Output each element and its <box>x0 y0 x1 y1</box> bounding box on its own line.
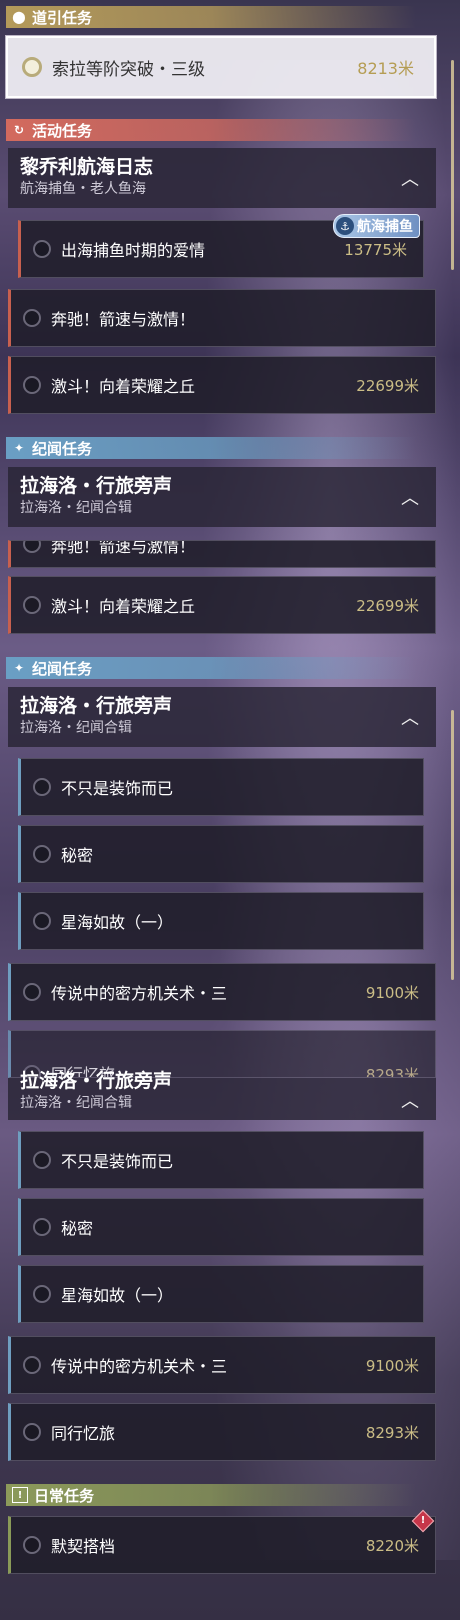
section-lore-title: 纪闻任务 <box>32 439 93 458</box>
lore-group-title: 拉海洛・行旅旁声 <box>20 1070 173 1092</box>
task-circle-icon <box>23 1356 41 1374</box>
task-label: 同行忆旅 <box>51 1424 116 1443</box>
task-circle-icon <box>33 1285 51 1303</box>
overlap-task-2[interactable]: 激斗！向着荣耀之丘 22699米 <box>8 576 436 634</box>
section-daily-title: 日常任务 <box>34 1486 95 1505</box>
lore-group-subtitle: 拉海洛・纪闻合辑 <box>20 720 132 736</box>
task-circle-icon <box>33 1218 51 1236</box>
lore-group-header[interactable]: 拉海洛・行旅旁声 拉海洛・纪闻合辑 ︿ <box>8 467 436 527</box>
chevron-up-icon[interactable]: ︿ <box>398 166 422 190</box>
guide-task-distance: 8213米 <box>357 59 414 78</box>
badge-label: 航海捕鱼 <box>357 219 413 235</box>
task-distance: 22699米 <box>356 596 419 615</box>
task-label: 不只是装饰而已 <box>61 1152 174 1171</box>
task-label: 激斗！向着荣耀之丘 <box>51 377 196 396</box>
task-label: 秘密 <box>61 846 94 865</box>
overlap-task-1[interactable]: 奔驰！箭速与激情！ <box>8 540 436 568</box>
chevron-up-icon[interactable]: ︿ <box>398 1088 422 1112</box>
task-distance: 22699米 <box>356 376 419 395</box>
lore-main-task-2b[interactable]: 同行忆旅 8293米 <box>8 1403 436 1461</box>
chevron-up-icon[interactable]: ︿ <box>398 705 422 729</box>
sparkle-icon: ✦ <box>13 661 25 675</box>
task-circle-icon <box>22 57 42 77</box>
task-circle-icon <box>23 596 41 614</box>
event-refresh-icon: ↻ <box>13 123 25 137</box>
task-distance: 13775米 <box>344 240 407 259</box>
event-group-subtitle: 航海捕鱼・老人鱼海 <box>20 181 146 197</box>
task-circle-icon <box>23 1423 41 1441</box>
lore-main-task-1b[interactable]: 传说中的密方机关术・三 9100米 <box>8 1336 436 1394</box>
task-label: 传说中的密方机关术・三 <box>51 1357 228 1376</box>
sparkle-icon: ✦ <box>13 441 25 455</box>
task-label: 奔驰！箭速与激情！ <box>51 540 196 556</box>
task-circle-icon <box>23 1536 41 1554</box>
task-label: 星海如故（一） <box>61 913 174 932</box>
task-distance: 9100米 <box>365 1356 419 1375</box>
lore-group-subtitle: 拉海洛・纪闻合辑 <box>20 1095 132 1111</box>
task-label: 传说中的密方机关术・三 <box>51 984 228 1003</box>
task-distance: 9100米 <box>365 983 419 1002</box>
task-circle-icon <box>23 983 41 1001</box>
lore-sub-task-2b[interactable]: 秘密 <box>18 1198 424 1256</box>
task-distance: 8293米 <box>365 1423 419 1442</box>
lore-main-task-1[interactable]: 传说中的密方机关术・三 9100米 <box>8 963 436 1021</box>
lore-group-title: 拉海洛・行旅旁声 <box>20 695 173 717</box>
task-circle-icon <box>33 778 51 796</box>
task-label: 激斗！向着荣耀之丘 <box>51 597 196 616</box>
section-event-header: ↻ 活动任务 <box>6 119 416 141</box>
task-circle-icon <box>23 376 41 394</box>
task-label: 秘密 <box>61 1219 94 1238</box>
guide-task-card[interactable]: 索拉等阶突破・三级 8213米 <box>5 35 437 99</box>
fishing-badge: ⚓ 航海捕鱼 <box>333 214 420 238</box>
lore-sub-task-3[interactable]: 星海如故（一） <box>18 892 424 950</box>
lore-sub-task-3b[interactable]: 星海如故（一） <box>18 1265 424 1323</box>
lore-sub-task-1[interactable]: 不只是装饰而已 <box>18 758 424 816</box>
fishing-icon: ⚓ <box>336 217 354 235</box>
task-label: 星海如故（一） <box>61 1286 174 1305</box>
lore-sub-task-2[interactable]: 秘密 <box>18 825 424 883</box>
task-circle-icon <box>33 1151 51 1169</box>
lore-group-header-2[interactable]: 拉海洛・行旅旁声 拉海洛・纪闻合辑 ︿ <box>8 687 436 747</box>
task-circle-icon <box>23 309 41 327</box>
task-circle-icon <box>33 912 51 930</box>
location-pin-icon: ⬤ <box>12 10 26 24</box>
scrollbar-mid[interactable] <box>451 710 454 980</box>
lore-group-subtitle: 拉海洛・纪闻合辑 <box>20 500 132 516</box>
lore-sub-task-1b[interactable]: 不只是装饰而已 <box>18 1131 424 1189</box>
event-task-3[interactable]: 激斗！向着荣耀之丘 22699米 <box>8 356 436 414</box>
task-circle-icon <box>33 240 51 258</box>
scrollbar-top[interactable] <box>451 60 454 270</box>
section-lore-header-2: ✦ 纪闻任务 <box>6 657 416 679</box>
section-guide-header: ⬤ 道引任务 <box>6 6 416 28</box>
chevron-up-icon[interactable]: ︿ <box>398 485 422 509</box>
task-circle-icon <box>23 541 41 553</box>
guide-task-label: 索拉等阶突破・三级 <box>52 59 205 80</box>
section-event-title: 活动任务 <box>32 121 93 140</box>
task-label: 不只是装饰而已 <box>61 779 174 798</box>
event-group-title: 黎乔利航海日志 <box>20 156 154 178</box>
lore-group-title: 拉海洛・行旅旁声 <box>20 475 173 497</box>
section-daily-header: ! 日常任务 <box>6 1484 416 1506</box>
exclamation-icon: ! <box>12 1487 28 1503</box>
task-label: 默契搭档 <box>51 1537 116 1556</box>
section-guide-title: 道引任务 <box>32 8 93 27</box>
daily-task[interactable]: 默契搭档 8220米 <box>8 1516 436 1574</box>
section-lore-title: 纪闻任务 <box>32 659 93 678</box>
event-group-header[interactable]: 黎乔利航海日志 航海捕鱼・老人鱼海 ︿ <box>8 148 436 208</box>
task-label: 出海捕鱼时期的爱情 <box>61 241 206 260</box>
event-task-2[interactable]: 奔驰！箭速与激情！ <box>8 289 436 347</box>
task-circle-icon <box>33 845 51 863</box>
section-lore-header: ✦ 纪闻任务 <box>6 437 416 459</box>
task-distance: 8220米 <box>365 1536 419 1555</box>
task-label: 奔驰！箭速与激情！ <box>51 310 196 329</box>
lore-group-header-3[interactable]: 拉海洛・行旅旁声 拉海洛・纪闻合辑 ︿ <box>8 1070 436 1120</box>
